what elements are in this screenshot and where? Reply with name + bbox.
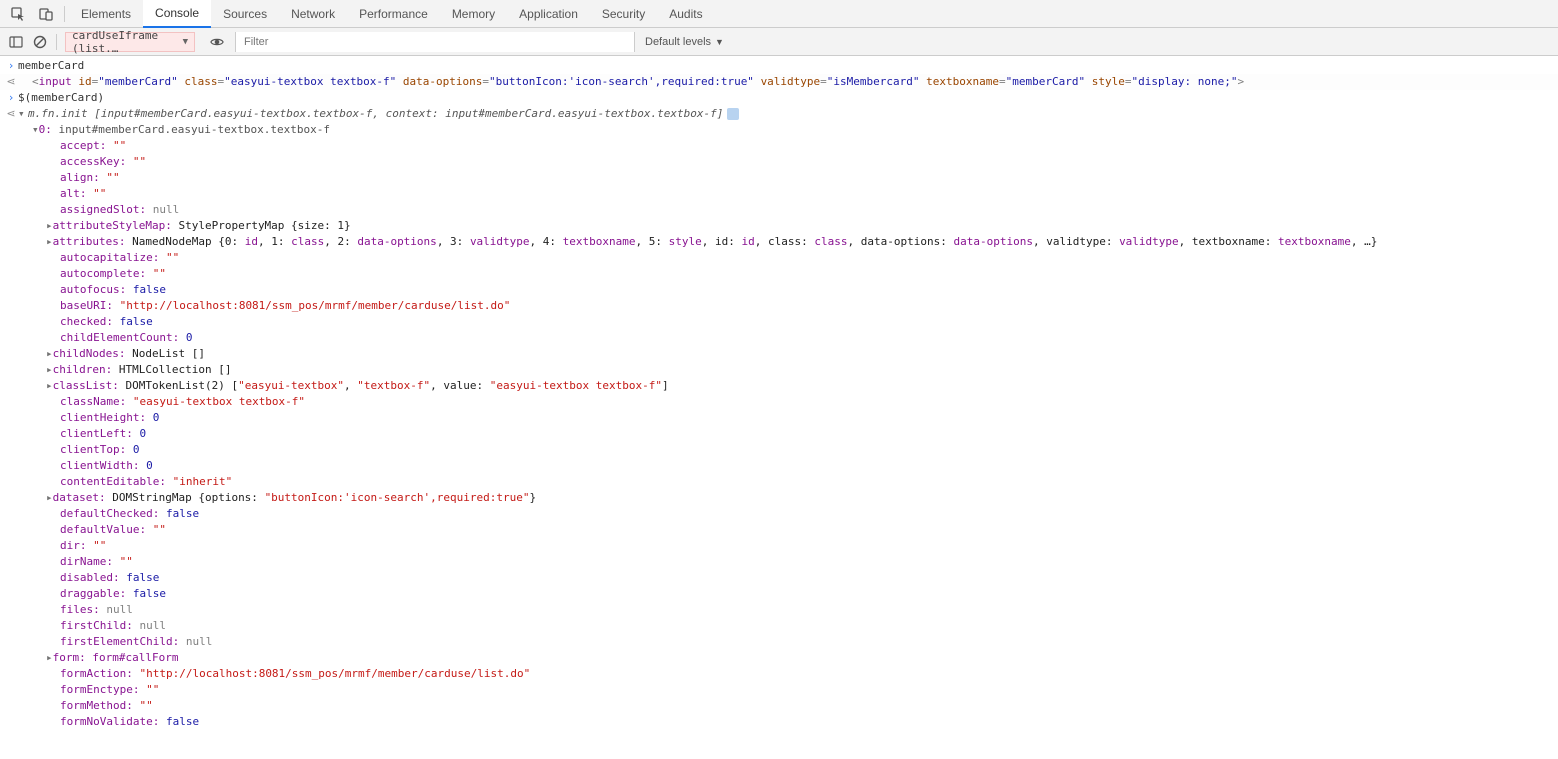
levels-label: Default levels bbox=[645, 36, 711, 48]
console-output: › memberCard ⋖ <input id="memberCard" cl… bbox=[0, 56, 1558, 732]
object-property[interactable]: classList: DOMTokenList(2) ["easyui-text… bbox=[0, 378, 1558, 394]
object-property[interactable]: accept: "" bbox=[0, 138, 1558, 154]
object-property[interactable]: form: form#callForm bbox=[0, 650, 1558, 666]
object-property[interactable]: dataset: DOMStringMap {options: "buttonI… bbox=[0, 490, 1558, 506]
tab-application[interactable]: Application bbox=[507, 1, 590, 27]
object-property[interactable]: align: "" bbox=[0, 170, 1558, 186]
context-label: cardUseIframe (list.… bbox=[72, 29, 183, 55]
info-icon[interactable] bbox=[727, 108, 739, 120]
object-property[interactable]: formMethod: "" bbox=[0, 698, 1558, 714]
prompt-marker-icon: › bbox=[4, 58, 18, 74]
object-property[interactable]: autocapitalize: "" bbox=[0, 250, 1558, 266]
inspect-element-icon[interactable] bbox=[4, 0, 32, 28]
object-property[interactable]: defaultChecked: false bbox=[0, 506, 1558, 522]
tab-console[interactable]: Console bbox=[143, 0, 211, 28]
object-property[interactable]: contentEditable: "inherit" bbox=[0, 474, 1558, 490]
filter-input[interactable] bbox=[235, 32, 635, 52]
object-property[interactable]: disabled: false bbox=[0, 570, 1558, 586]
object-property[interactable]: clientTop: 0 bbox=[0, 442, 1558, 458]
object-property[interactable]: dirName: "" bbox=[0, 554, 1558, 570]
expand-toggle-icon[interactable] bbox=[46, 347, 53, 360]
tab-elements[interactable]: Elements bbox=[69, 1, 143, 27]
object-property[interactable]: firstChild: null bbox=[0, 618, 1558, 634]
element-preview: <input id="memberCard" class="easyui-tex… bbox=[32, 74, 1244, 90]
command-text: memberCard bbox=[18, 58, 84, 74]
expand-toggle-icon[interactable] bbox=[46, 363, 53, 376]
dropdown-triangle-icon: ▼ bbox=[183, 37, 188, 47]
console-toolbar: cardUseIframe (list.… ▼ Default levels ▼ bbox=[0, 28, 1558, 56]
console-result[interactable]: ⋖ <input id="memberCard" class="easyui-t… bbox=[0, 74, 1558, 90]
result-marker-icon: ⋖ bbox=[4, 106, 18, 122]
tab-network[interactable]: Network bbox=[279, 1, 347, 27]
tab-separator bbox=[64, 6, 65, 22]
object-property[interactable]: formEnctype: "" bbox=[0, 682, 1558, 698]
object-property[interactable]: clientWidth: 0 bbox=[0, 458, 1558, 474]
object-property[interactable]: clientLeft: 0 bbox=[0, 426, 1558, 442]
command-text: $(memberCard) bbox=[18, 90, 104, 106]
live-expression-icon[interactable] bbox=[205, 30, 229, 54]
object-property[interactable]: checked: false bbox=[0, 314, 1558, 330]
object-property[interactable]: clientHeight: 0 bbox=[0, 410, 1558, 426]
expand-toggle-icon[interactable] bbox=[32, 123, 39, 136]
result-marker-icon: ⋖ bbox=[4, 74, 18, 90]
object-property[interactable]: className: "easyui-textbox textbox-f" bbox=[0, 394, 1558, 410]
object-property[interactable]: defaultValue: "" bbox=[0, 522, 1558, 538]
expand-toggle-icon[interactable] bbox=[18, 106, 28, 122]
devtools-tabs: Elements Console Sources Network Perform… bbox=[0, 0, 1558, 28]
object-property[interactable]: draggable: false bbox=[0, 586, 1558, 602]
console-command[interactable]: › memberCard bbox=[0, 58, 1558, 74]
expand-toggle-icon[interactable] bbox=[46, 379, 53, 392]
tab-security[interactable]: Security bbox=[590, 1, 657, 27]
prompt-marker-icon: › bbox=[4, 90, 18, 106]
dropdown-triangle-icon: ▼ bbox=[715, 37, 724, 47]
expand-toggle-icon[interactable] bbox=[46, 651, 53, 664]
object-property[interactable]: dir: "" bbox=[0, 538, 1558, 554]
tab-audits[interactable]: Audits bbox=[657, 1, 714, 27]
object-property[interactable]: attributes: NamedNodeMap {0: id, 1: clas… bbox=[0, 234, 1558, 250]
object-property[interactable]: accessKey: "" bbox=[0, 154, 1558, 170]
context-selector[interactable]: cardUseIframe (list.… ▼ bbox=[65, 32, 195, 52]
tab-performance[interactable]: Performance bbox=[347, 1, 440, 27]
object-property[interactable]: assignedSlot: null bbox=[0, 202, 1558, 218]
clear-console-icon[interactable] bbox=[28, 30, 52, 54]
device-toolbar-icon[interactable] bbox=[32, 0, 60, 28]
console-command[interactable]: › $(memberCard) bbox=[0, 90, 1558, 106]
object-property[interactable]: childElementCount: 0 bbox=[0, 330, 1558, 346]
console-object[interactable]: ⋖ m.fn.init [input#memberCard.easyui-tex… bbox=[0, 106, 1558, 122]
object-property[interactable]: files: null bbox=[0, 602, 1558, 618]
tab-memory[interactable]: Memory bbox=[440, 1, 507, 27]
expand-toggle-icon[interactable] bbox=[46, 235, 53, 248]
toolbar-separator bbox=[56, 34, 57, 50]
object-property[interactable]: attributeStyleMap: StylePropertyMap {siz… bbox=[0, 218, 1558, 234]
tab-sources[interactable]: Sources bbox=[211, 1, 279, 27]
expand-toggle-icon[interactable] bbox=[46, 219, 53, 232]
object-property[interactable]: children: HTMLCollection [] bbox=[0, 362, 1558, 378]
object-preview: m.fn.init [input#memberCard.easyui-textb… bbox=[28, 106, 739, 122]
object-property[interactable]: 0: input#memberCard.easyui-textbox.textb… bbox=[0, 122, 1558, 138]
log-level-selector[interactable]: Default levels ▼ bbox=[635, 36, 734, 48]
object-property[interactable]: childNodes: NodeList [] bbox=[0, 346, 1558, 362]
object-property[interactable]: baseURI: "http://localhost:8081/ssm_pos/… bbox=[0, 298, 1558, 314]
object-property[interactable]: autocomplete: "" bbox=[0, 266, 1558, 282]
object-property[interactable]: firstElementChild: null bbox=[0, 634, 1558, 650]
expand-toggle-icon[interactable] bbox=[46, 491, 53, 504]
object-property[interactable]: formAction: "http://localhost:8081/ssm_p… bbox=[0, 666, 1558, 682]
object-property[interactable]: formNoValidate: false bbox=[0, 714, 1558, 730]
object-property[interactable]: autofocus: false bbox=[0, 282, 1558, 298]
object-property[interactable]: alt: "" bbox=[0, 186, 1558, 202]
sidebar-toggle-icon[interactable] bbox=[4, 30, 28, 54]
